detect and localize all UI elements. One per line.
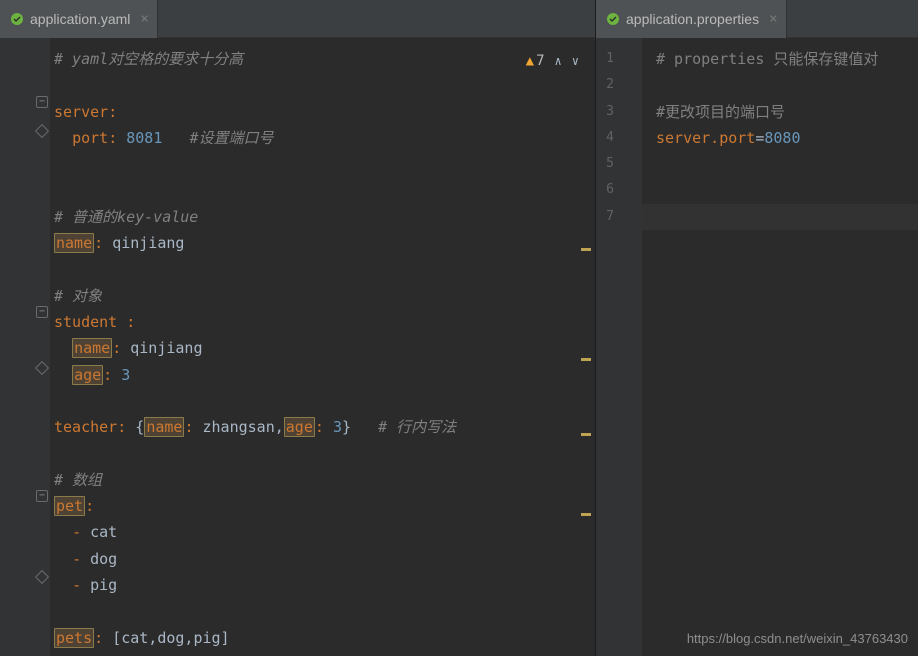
fold-end-icon: [35, 124, 49, 138]
fold-end-icon: [35, 570, 49, 584]
spring-icon: [10, 12, 24, 26]
gutter-left: [2, 38, 34, 656]
close-icon[interactable]: ×: [769, 11, 777, 27]
fold-gutter: [34, 38, 50, 656]
editor-right[interactable]: 1 2 3 4 5 6 7 # properties 只能保存键值对 #更改项目…: [596, 38, 918, 656]
tab-name: application.yaml: [30, 11, 130, 27]
fold-icon[interactable]: [36, 490, 48, 502]
code-content-left[interactable]: ▲7 ∧ ∨ # yaml对空格的要求十分高 server: port: 808…: [50, 38, 595, 656]
tab-bar-right: application.properties ×: [596, 0, 918, 38]
minimap-stripe[interactable]: [579, 38, 593, 656]
tab-application-yaml[interactable]: application.yaml ×: [0, 0, 158, 38]
watermark-text: https://blog.csdn.net/weixin_43763430: [687, 631, 908, 646]
editor-left[interactable]: ▲7 ∧ ∨ # yaml对空格的要求十分高 server: port: 808…: [0, 38, 595, 656]
fold-icon[interactable]: [36, 96, 48, 108]
gutter-right: 1 2 3 4 5 6 7: [596, 38, 624, 656]
fold-end-icon: [35, 361, 49, 375]
next-highlight-button[interactable]: ∨: [572, 48, 579, 74]
warning-count[interactable]: ▲7: [526, 48, 545, 74]
spring-icon: [606, 12, 620, 26]
code-content-right[interactable]: # properties 只能保存键值对 #更改项目的端口号 server.po…: [642, 38, 918, 656]
right-pane: application.properties × 1 2 3 4 5 6 7 #…: [596, 0, 918, 656]
close-icon[interactable]: ×: [140, 11, 148, 27]
inspection-bar: ▲7 ∧ ∨: [522, 46, 583, 76]
warning-icon: ▲: [526, 48, 534, 74]
tab-application-properties[interactable]: application.properties ×: [596, 0, 787, 38]
tab-name: application.properties: [626, 11, 759, 27]
tab-bar-left: application.yaml ×: [0, 0, 595, 38]
left-pane: application.yaml × ▲7 ∧ ∨ # yaml对空格的要求十分…: [0, 0, 596, 656]
fold-icon[interactable]: [36, 306, 48, 318]
prev-highlight-button[interactable]: ∧: [555, 48, 562, 74]
